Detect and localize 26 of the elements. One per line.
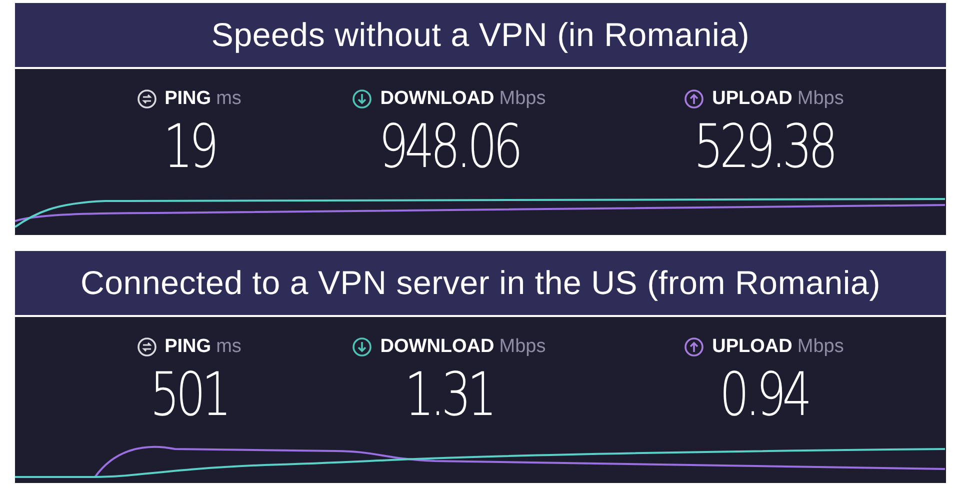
metric-unit: Mbps: [797, 335, 844, 359]
metric-value: 529.38: [694, 114, 834, 180]
ping-icon: [136, 89, 157, 110]
metric-value: 0.94: [720, 362, 808, 428]
metric-label: UPLOAD: [712, 335, 792, 359]
metric-value: 19: [163, 114, 215, 180]
upload-icon: [684, 89, 704, 110]
metric-unit: ms: [216, 87, 242, 111]
download-icon: [352, 89, 372, 110]
metric-unit: Mbps: [499, 335, 546, 359]
metric-label: PING: [164, 335, 212, 359]
upload-icon: [684, 337, 704, 358]
metric-label: PING: [164, 87, 212, 111]
metric-value: 1.31: [404, 362, 494, 428]
caption: Connected to a VPN server in the US (from Romania): [80, 263, 880, 304]
metric-label: UPLOAD: [712, 87, 792, 111]
metric-value: 501: [150, 362, 228, 428]
metric-label: DOWNLOAD: [380, 335, 494, 359]
ping-icon: [136, 337, 157, 358]
metric-unit: Mbps: [499, 87, 546, 111]
metric-unit: ms: [216, 335, 242, 359]
metric-unit: Mbps: [797, 87, 844, 111]
metric-label: DOWNLOAD: [380, 87, 494, 111]
caption: Speeds without a VPN (in Romania): [211, 15, 750, 56]
download-icon: [352, 337, 372, 358]
metric-value: 948.06: [378, 114, 520, 180]
